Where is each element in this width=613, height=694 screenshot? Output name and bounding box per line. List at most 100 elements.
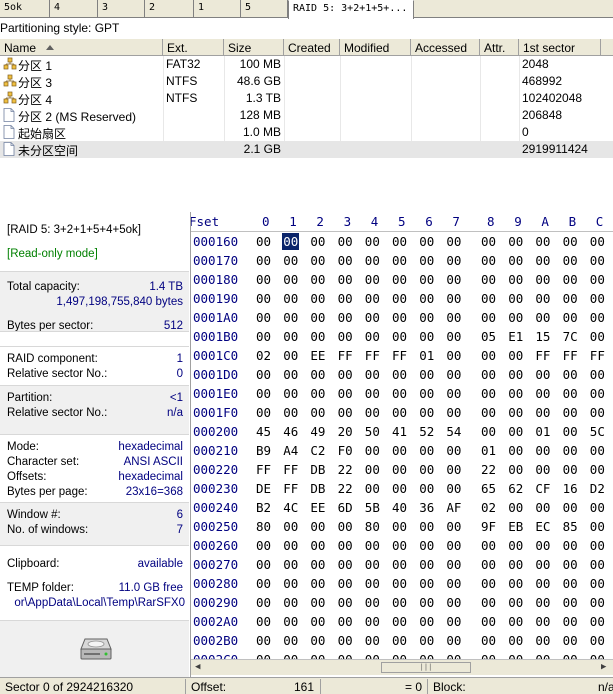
- hex-byte[interactable]: 00: [590, 443, 605, 458]
- hex-byte[interactable]: 00: [535, 367, 550, 382]
- hex-byte[interactable]: 00: [535, 557, 550, 572]
- hex-byte[interactable]: 00: [446, 633, 461, 648]
- hex-byte[interactable]: 00: [310, 272, 325, 287]
- hex-byte[interactable]: 00: [535, 405, 550, 420]
- hex-byte[interactable]: 00: [535, 272, 550, 287]
- hex-byte[interactable]: 65: [481, 481, 496, 496]
- hex-byte[interactable]: 00: [508, 424, 523, 439]
- hex-byte[interactable]: 00: [446, 405, 461, 420]
- hex-byte[interactable]: 00: [338, 272, 353, 287]
- hex-byte[interactable]: 00: [338, 614, 353, 629]
- hex-byte[interactable]: 00: [535, 234, 550, 249]
- mode-value[interactable]: hexadecimal: [118, 441, 183, 453]
- hex-byte[interactable]: 00: [392, 614, 407, 629]
- hex-byte[interactable]: 00: [283, 386, 298, 401]
- hex-byte[interactable]: 00: [446, 595, 461, 610]
- hex-byte[interactable]: 00: [508, 633, 523, 648]
- hex-byte[interactable]: 00: [446, 481, 461, 496]
- hex-byte[interactable]: 00: [590, 310, 605, 325]
- hex-byte[interactable]: 00: [481, 291, 496, 306]
- hex-byte[interactable]: 15: [535, 329, 550, 344]
- hex-byte[interactable]: 85: [563, 519, 578, 534]
- hex-byte[interactable]: C2: [310, 443, 325, 458]
- hex-byte[interactable]: B2: [256, 500, 271, 515]
- hex-byte[interactable]: 00: [508, 576, 523, 591]
- tab-5[interactable]: 5: [241, 0, 288, 18]
- hex-byte[interactable]: 00: [535, 576, 550, 591]
- hex-byte[interactable]: 00: [256, 405, 271, 420]
- hex-byte[interactable]: 00: [508, 538, 523, 553]
- hex-byte[interactable]: 00: [590, 519, 605, 534]
- hex-byte[interactable]: 00: [481, 405, 496, 420]
- hex-byte[interactable]: DB: [310, 462, 325, 477]
- hex-byte[interactable]: 00: [419, 576, 434, 591]
- hex-byte[interactable]: 00: [508, 443, 523, 458]
- hex-byte[interactable]: 00: [392, 519, 407, 534]
- hex-byte[interactable]: 00: [419, 253, 434, 268]
- hex-byte[interactable]: 00: [310, 329, 325, 344]
- hex-byte[interactable]: 00: [365, 405, 380, 420]
- hex-byte[interactable]: 22: [338, 462, 353, 477]
- hex-byte[interactable]: 00: [481, 614, 496, 629]
- hex-byte[interactable]: 00: [365, 291, 380, 306]
- hex-byte[interactable]: 00: [563, 576, 578, 591]
- hex-byte[interactable]: 00: [283, 348, 298, 363]
- hex-byte[interactable]: 00: [590, 234, 605, 249]
- hex-byte[interactable]: DE: [256, 481, 271, 496]
- hex-byte[interactable]: 00: [535, 291, 550, 306]
- hex-byte[interactable]: 00: [535, 386, 550, 401]
- tab-2[interactable]: 2: [145, 0, 194, 18]
- hex-byte[interactable]: 00: [508, 348, 523, 363]
- hex-byte[interactable]: 00: [590, 386, 605, 401]
- hex-byte[interactable]: 00: [563, 424, 578, 439]
- hex-byte[interactable]: 00: [256, 367, 271, 382]
- hex-byte[interactable]: 00: [365, 386, 380, 401]
- hex-byte[interactable]: 00: [392, 386, 407, 401]
- hex-byte[interactable]: 00: [419, 234, 434, 249]
- hex-byte[interactable]: 02: [256, 348, 271, 363]
- hex-byte[interactable]: 00: [283, 272, 298, 287]
- hex-byte[interactable]: 00: [365, 443, 380, 458]
- hex-byte[interactable]: 01: [481, 443, 496, 458]
- hex-byte[interactable]: 00: [256, 633, 271, 648]
- hex-byte[interactable]: 00: [392, 633, 407, 648]
- hex-byte[interactable]: EC: [535, 519, 550, 534]
- hex-byte[interactable]: EE: [310, 500, 325, 515]
- hex-byte[interactable]: 00: [590, 272, 605, 287]
- hex-byte[interactable]: 00: [310, 253, 325, 268]
- hex-byte[interactable]: 00: [392, 595, 407, 610]
- scroll-left-icon[interactable]: ◀: [195, 662, 200, 672]
- hex-byte[interactable]: 00: [590, 595, 605, 610]
- hex-byte[interactable]: 00: [590, 576, 605, 591]
- hex-byte[interactable]: 00: [481, 386, 496, 401]
- hex-byte[interactable]: DB: [310, 481, 325, 496]
- hex-byte[interactable]: 00: [419, 291, 434, 306]
- hex-byte[interactable]: CF: [535, 481, 550, 496]
- hex-byte[interactable]: 00: [563, 253, 578, 268]
- hex-byte[interactable]: 00: [310, 595, 325, 610]
- hex-byte[interactable]: 36: [419, 500, 434, 515]
- hex-byte[interactable]: 00: [419, 481, 434, 496]
- hex-byte[interactable]: 00: [419, 595, 434, 610]
- partition-row[interactable]: 分区 1 FAT32 100 MB 2048: [0, 56, 613, 73]
- hex-byte[interactable]: 80: [256, 519, 271, 534]
- hex-byte[interactable]: 00: [256, 329, 271, 344]
- hex-byte[interactable]: 00: [535, 538, 550, 553]
- hex-byte[interactable]: 40: [392, 500, 407, 515]
- hex-byte[interactable]: 00: [365, 329, 380, 344]
- hex-byte[interactable]: EB: [508, 519, 523, 534]
- hex-byte[interactable]: 50: [365, 424, 380, 439]
- charset-value[interactable]: ANSI ASCII: [124, 456, 183, 468]
- hex-byte[interactable]: 02: [481, 500, 496, 515]
- hex-byte[interactable]: 00: [563, 234, 578, 249]
- tab-5ok[interactable]: 5ok: [0, 0, 50, 18]
- hex-byte[interactable]: 00: [535, 462, 550, 477]
- hex-byte[interactable]: 00: [590, 329, 605, 344]
- hex-byte[interactable]: 00: [392, 329, 407, 344]
- hex-byte[interactable]: 00: [446, 367, 461, 382]
- hex-byte[interactable]: 00: [481, 234, 496, 249]
- tab-raid5[interactable]: RAID 5: 3+2+1+5+...: [288, 0, 414, 19]
- hex-byte[interactable]: 00: [365, 538, 380, 553]
- hex-byte[interactable]: 00: [256, 595, 271, 610]
- hex-byte[interactable]: 00: [338, 595, 353, 610]
